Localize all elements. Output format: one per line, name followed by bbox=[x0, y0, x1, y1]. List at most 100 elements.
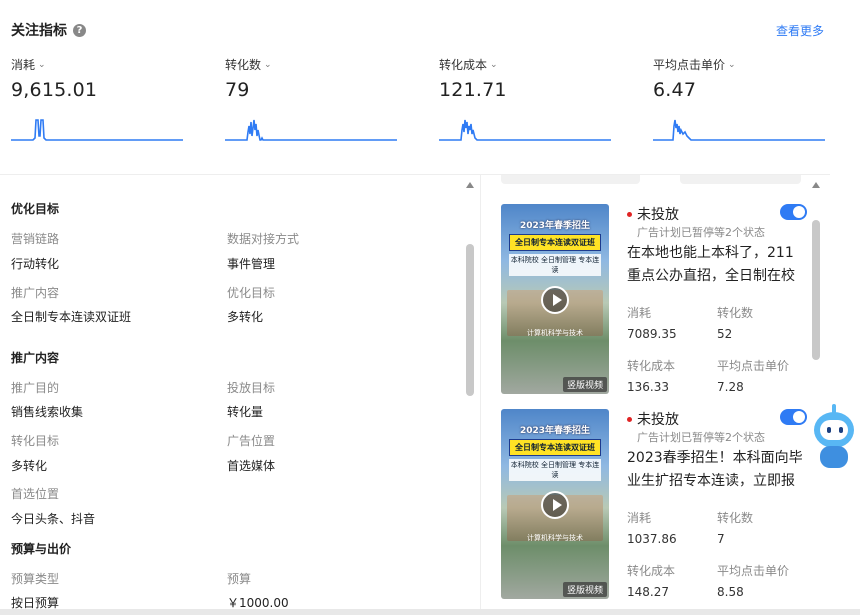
robot-face bbox=[820, 420, 848, 440]
metric-label: 转化数 bbox=[717, 306, 754, 320]
chevron-down-icon: ⌄ bbox=[490, 59, 498, 70]
thumbnail-sub: 本科院校 全日制管理 专本连读 bbox=[509, 254, 601, 276]
metric-cpc-dropdown[interactable]: 平均点击单价 ⌄ bbox=[653, 56, 825, 73]
metric-value: 79 bbox=[225, 79, 250, 101]
sparkline bbox=[439, 119, 611, 141]
section-title-optimization: 优化目标 bbox=[11, 202, 60, 216]
status-text: 未投放 bbox=[637, 207, 679, 223]
thumbnail-main: 全日制专本连读双证班 bbox=[509, 439, 601, 456]
assistant-robot-icon[interactable] bbox=[808, 404, 860, 474]
metric-value: 6.47 bbox=[653, 79, 697, 101]
delivery-status: 未投放 bbox=[627, 409, 679, 429]
thumbnail-caption: 计算机科学与技术 bbox=[527, 329, 583, 337]
metric-cpa-dropdown[interactable]: 转化成本 ⌄ bbox=[439, 56, 611, 73]
sparkline bbox=[11, 119, 183, 141]
plan-detail-panel: 优化目标 营销链路 数据对接方式 行动转化 事件管理 推广内容 优化目标 全日制… bbox=[0, 182, 480, 615]
section-title: 关注指标 bbox=[11, 23, 67, 39]
scroll-up-arrow-icon[interactable] bbox=[812, 182, 820, 188]
vertical-video-badge: 竖版视频 bbox=[562, 377, 607, 392]
field-label: 预算类型 bbox=[11, 572, 60, 586]
metric-label: 转化数 bbox=[717, 511, 754, 525]
robot-body bbox=[820, 446, 848, 468]
metric-label: 转化数 bbox=[225, 58, 262, 72]
field-label: 广告位置 bbox=[227, 434, 276, 448]
list-header-stub bbox=[501, 175, 640, 184]
metric-label: 消耗 bbox=[627, 511, 652, 525]
ad-list: 2023年春季招生 全日制专本连读双证班 本科院校 全日制管理 专本连读 计算机… bbox=[481, 175, 827, 615]
metric-value: 9,615.01 bbox=[11, 79, 98, 101]
view-more-link[interactable]: 查看更多 bbox=[776, 22, 824, 39]
metric-label: 消耗 bbox=[627, 306, 652, 320]
field-label: 预算 bbox=[227, 572, 252, 586]
paused-note: 广告计划已暂停等2个状态 bbox=[637, 226, 765, 239]
scrollbar-thumb[interactable] bbox=[466, 244, 474, 396]
help-icon[interactable]: ? bbox=[73, 23, 86, 37]
metric-label: 平均点击单价 bbox=[717, 359, 790, 373]
metric-conversions: 转化数 ⌄ 79 bbox=[225, 56, 397, 141]
metric-value: 8.58 bbox=[717, 585, 744, 599]
metric-value: 148.27 bbox=[627, 585, 669, 599]
metric-value: 121.71 bbox=[439, 79, 507, 101]
metric-cost-dropdown[interactable]: 消耗 ⌄ bbox=[11, 56, 183, 73]
field-value: 首选媒体 bbox=[227, 459, 276, 473]
thumbnail-year: 2023年春季招生 bbox=[519, 426, 591, 436]
robot-eye bbox=[839, 427, 843, 433]
metric-label: 转化成本 bbox=[627, 359, 676, 373]
scroll-up-arrow-icon[interactable] bbox=[466, 182, 474, 188]
video-thumbnail[interactable]: 2023年春季招生 全日制专本连读双证班 本科院校 全日制管理 专本连读 计算机… bbox=[501, 409, 609, 599]
field-value: 今日头条、抖音 bbox=[11, 512, 96, 526]
field-value: 事件管理 bbox=[227, 257, 276, 271]
play-icon[interactable] bbox=[541, 286, 569, 314]
metric-value: 7.28 bbox=[717, 380, 744, 394]
sparkline bbox=[653, 119, 825, 141]
metric-label: 平均点击单价 bbox=[717, 564, 790, 578]
video-thumbnail[interactable]: 2023年春季招生 全日制专本连读双证班 本科院校 全日制管理 专本连读 计算机… bbox=[501, 204, 609, 394]
metric-conversions-dropdown[interactable]: 转化数 ⌄ bbox=[225, 56, 397, 73]
chevron-down-icon: ⌄ bbox=[38, 59, 46, 70]
field-value: 全日制专本连读双证班 bbox=[11, 310, 132, 324]
sparkline bbox=[225, 119, 397, 141]
field-value: 行动转化 bbox=[11, 257, 60, 271]
ad-enable-toggle[interactable] bbox=[780, 204, 807, 220]
metric-label: 转化成本 bbox=[439, 58, 488, 72]
ad-card[interactable]: 2023年春季招生 全日制专本连读双证班 本科院校 全日制管理 专本连读 计算机… bbox=[501, 204, 821, 396]
metric-label: 平均点击单价 bbox=[653, 58, 726, 72]
scrollbar-thumb[interactable] bbox=[812, 220, 820, 360]
metric-value: 136.33 bbox=[627, 380, 669, 394]
field-value: 销售线索收集 bbox=[11, 405, 84, 419]
ad-card[interactable]: 2023年春季招生 全日制专本连读双证班 本科院校 全日制管理 专本连读 计算机… bbox=[501, 409, 821, 601]
field-value: 转化量 bbox=[227, 405, 264, 419]
metric-value: 7 bbox=[717, 532, 725, 546]
field-label: 转化目标 bbox=[11, 434, 60, 448]
play-icon[interactable] bbox=[541, 491, 569, 519]
left-scrollbar[interactable] bbox=[466, 182, 474, 612]
thumbnail-banner: 2023年春季招生 全日制专本连读双证班 本科院校 全日制管理 专本连读 bbox=[509, 218, 601, 276]
thumbnail-sub: 本科院校 全日制管理 专本连读 bbox=[509, 459, 601, 481]
list-header-stub bbox=[680, 175, 801, 184]
ad-enable-toggle[interactable] bbox=[780, 409, 807, 425]
field-label: 推广内容 bbox=[11, 286, 60, 300]
ad-description[interactable]: 在本地也能上本科了，211重点公办直招，全日制在校学... bbox=[627, 242, 805, 288]
horizontal-scrollbar[interactable] bbox=[0, 609, 860, 615]
section-title-promotion: 推广内容 bbox=[11, 351, 60, 365]
chevron-down-icon: ⌄ bbox=[264, 59, 272, 70]
field-label: 首选位置 bbox=[11, 487, 60, 501]
thumbnail-year: 2023年春季招生 bbox=[519, 221, 591, 231]
status-dot-icon bbox=[627, 416, 632, 422]
ad-description[interactable]: 2023春季招生！本科面向毕业生扩招专本连读，立即报名 bbox=[627, 447, 805, 493]
metric-value: 1037.86 bbox=[627, 532, 677, 546]
section-title-budget: 预算与出价 bbox=[11, 542, 72, 556]
metric-value: 52 bbox=[717, 327, 733, 341]
thumbnail-main: 全日制专本连读双证班 bbox=[509, 234, 601, 251]
right-scrollbar[interactable] bbox=[812, 182, 820, 612]
metric-label: 消耗 bbox=[11, 58, 36, 72]
field-value: 多转化 bbox=[227, 310, 264, 324]
paused-note: 广告计划已暂停等2个状态 bbox=[637, 431, 765, 444]
field-label: 推广目的 bbox=[11, 381, 60, 395]
field-label: 营销链路 bbox=[11, 232, 60, 246]
vertical-video-badge: 竖版视频 bbox=[562, 582, 607, 597]
section-header: 关注指标 ? bbox=[11, 20, 86, 40]
thumbnail-caption: 计算机科学与技术 bbox=[527, 534, 583, 542]
field-label: 数据对接方式 bbox=[227, 232, 300, 246]
field-label: 优化目标 bbox=[227, 286, 276, 300]
